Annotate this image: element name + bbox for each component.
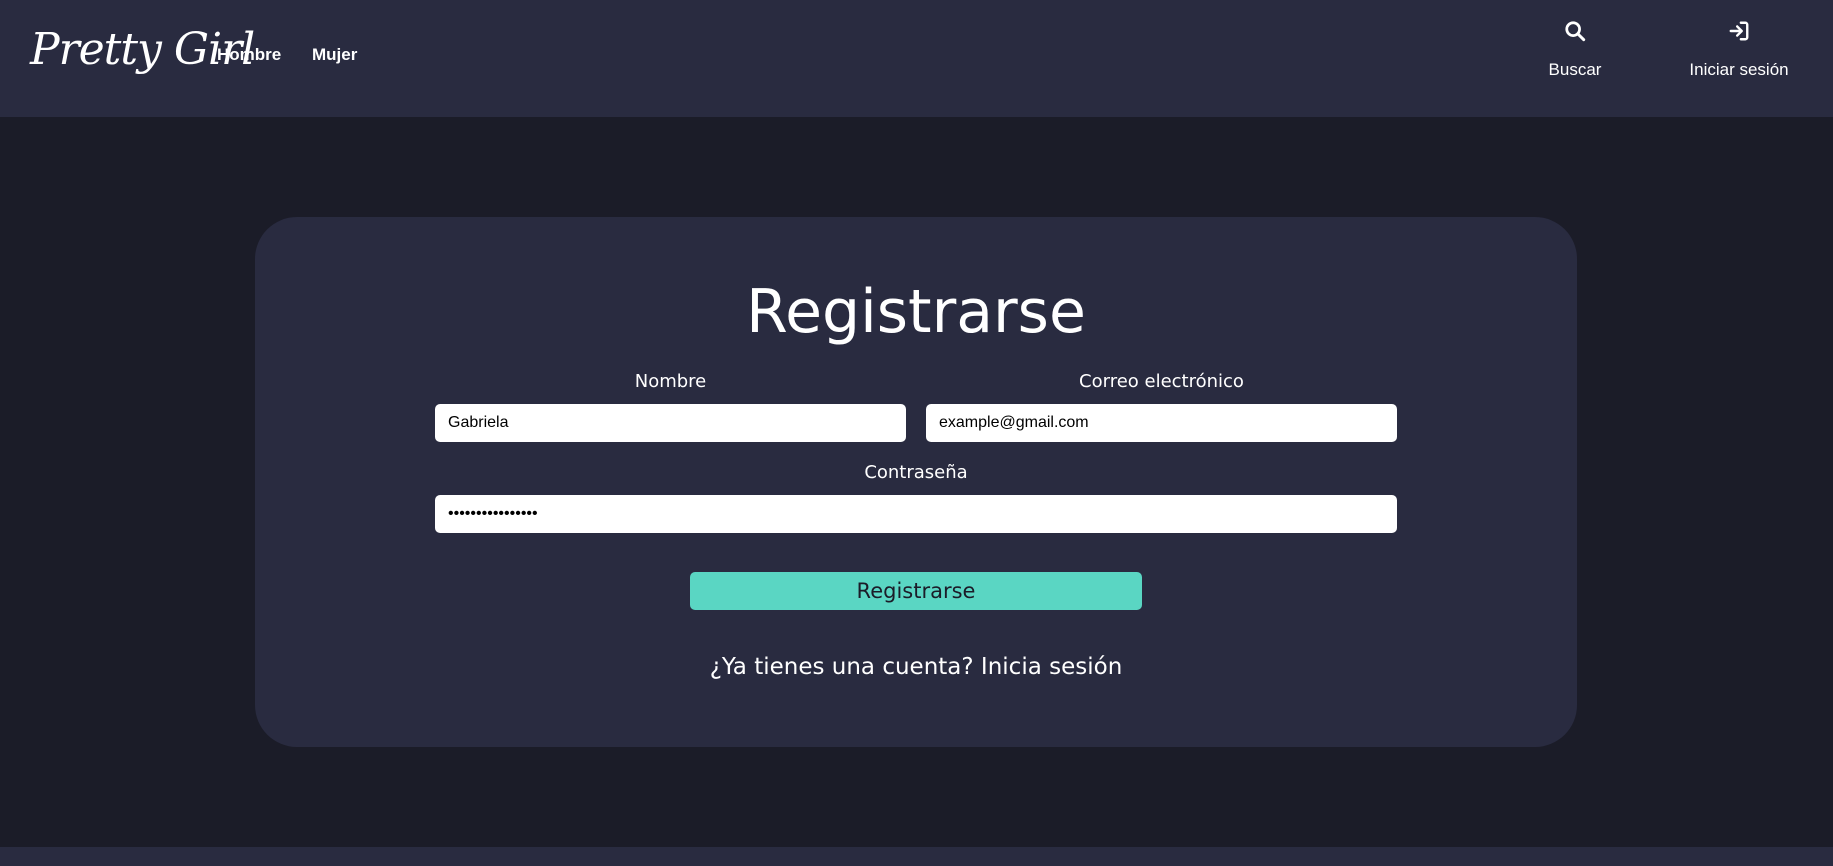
register-card: Registrarse Nombre Correo electrónico Co… <box>255 217 1577 747</box>
nav-link-hombre[interactable]: Hombre <box>217 45 281 65</box>
sign-in-icon <box>1729 21 1749 41</box>
nav-link-mujer[interactable]: Mujer <box>312 45 357 65</box>
search-label: Buscar <box>1548 60 1602 79</box>
name-label: Nombre <box>634 371 707 392</box>
search-icon <box>1565 21 1586 42</box>
navbar: Pretty Girl Hombre Mujer Buscar Iniciar … <box>0 0 1833 117</box>
email-input[interactable] <box>926 404 1397 442</box>
email-label: Correo electrónico <box>1079 371 1244 392</box>
password-input[interactable] <box>435 495 1397 533</box>
login-label: Iniciar sesión <box>1689 60 1789 79</box>
signin-link[interactable]: Inicia sesión <box>981 654 1122 680</box>
login-button[interactable]: Iniciar sesión <box>1669 20 1809 80</box>
signin-prompt: ¿Ya tienes una cuenta? <box>709 654 974 680</box>
password-label: Contraseña <box>864 462 968 483</box>
signin-prompt-line: ¿Ya tienes una cuenta? Inicia sesión <box>255 654 1577 680</box>
register-button[interactable]: Registrarse <box>690 572 1142 610</box>
footer <box>0 847 1833 866</box>
name-input[interactable] <box>435 404 906 442</box>
page-title: Registrarse <box>746 277 1086 347</box>
search-button[interactable]: Buscar <box>1505 20 1645 80</box>
